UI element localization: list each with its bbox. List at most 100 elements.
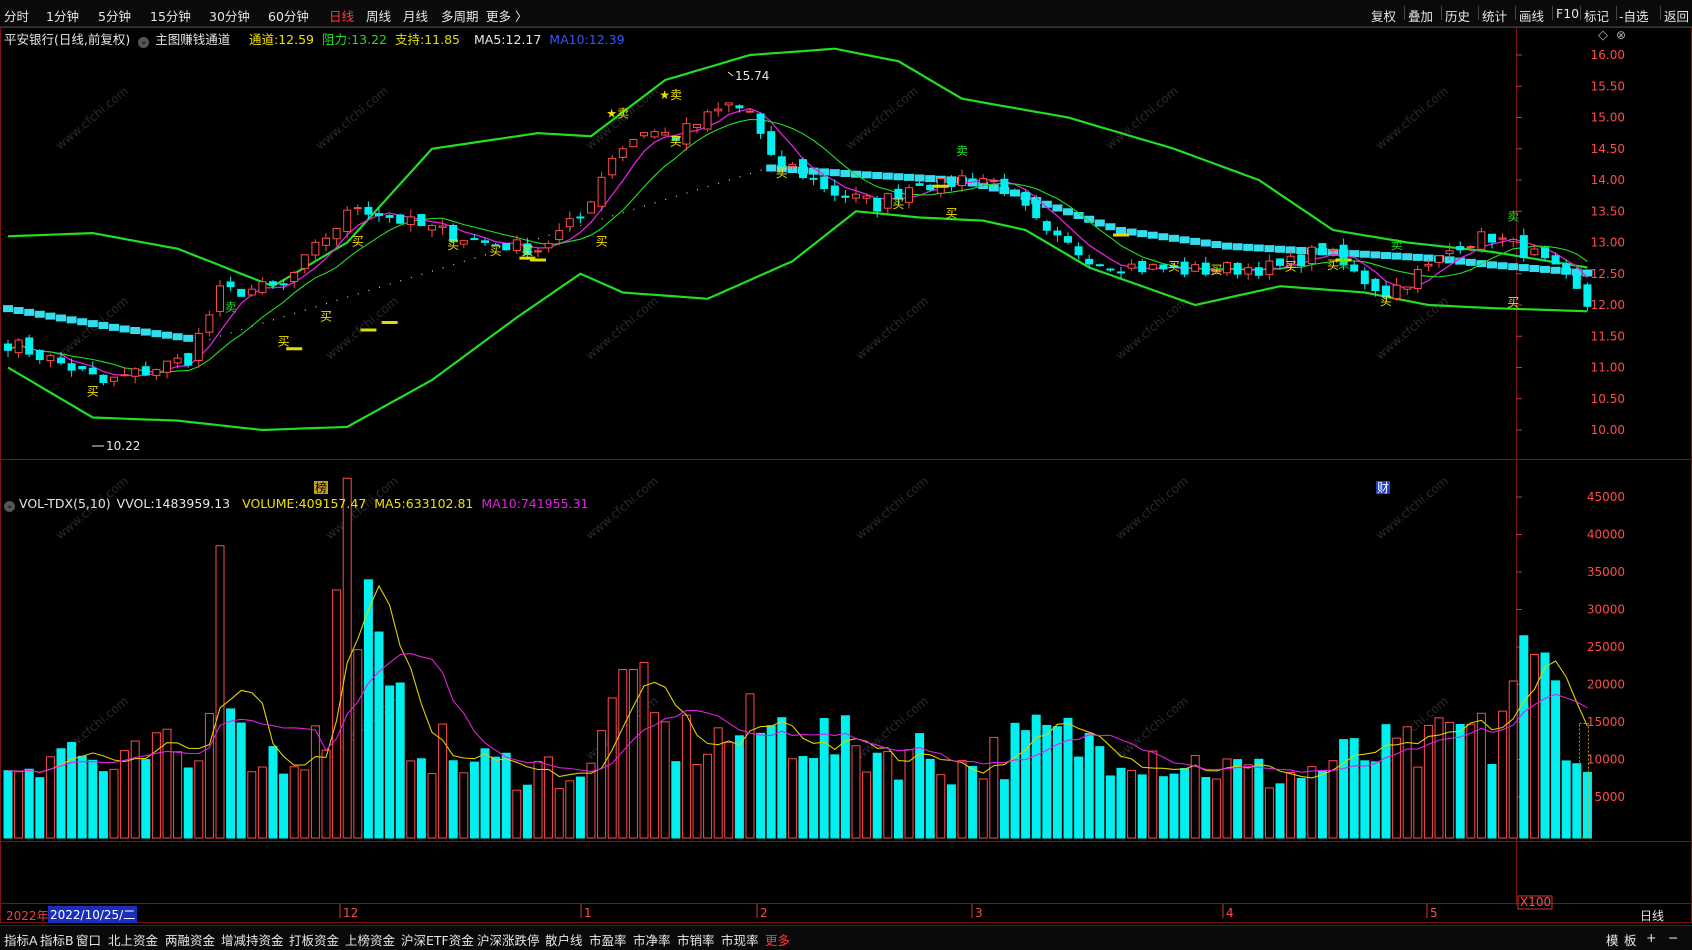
volume-bar	[787, 758, 797, 839]
volume-bar	[194, 760, 204, 839]
tab-retail-line[interactable]: 散户线	[545, 930, 583, 949]
volume-toggle-icon[interactable]: ⌄	[4, 501, 15, 512]
candle-body	[120, 374, 129, 377]
volume-bar	[109, 768, 119, 839]
button-mark[interactable]: 标记	[1584, 6, 1609, 25]
tab-period-fenshi[interactable]: 分时	[4, 6, 29, 25]
zoom-in-button[interactable]: +	[1646, 930, 1656, 945]
tab-ps[interactable]: 市销率	[677, 930, 715, 949]
candle-body	[862, 195, 871, 199]
buy-signal-label: 买	[596, 235, 608, 249]
candle-body	[141, 366, 150, 376]
volume-bar	[1031, 714, 1041, 839]
tab-shareholding[interactable]: 增减持资金	[221, 930, 284, 949]
support-label: 支持:	[395, 32, 425, 47]
button-ban[interactable]: 板	[1624, 930, 1637, 949]
button-mo[interactable]: 模	[1606, 930, 1619, 949]
tab-period-1min[interactable]: 1分钟	[46, 6, 79, 25]
volume-bar	[35, 777, 45, 839]
candle-body	[883, 193, 892, 209]
tab-period-60min[interactable]: 60分钟	[268, 6, 309, 25]
tab-pb[interactable]: 市净率	[633, 930, 671, 949]
volume-bar	[1264, 787, 1274, 839]
candle-body	[735, 105, 744, 109]
button-fuquan[interactable]: 复权	[1371, 6, 1396, 25]
button-back[interactable]: 返回	[1664, 6, 1689, 25]
stock-title[interactable]: 平安银行(日线,前复权)	[4, 32, 130, 47]
volume-bar	[1360, 760, 1370, 839]
tab-window[interactable]: 窗口	[76, 930, 101, 949]
tab-period-15min[interactable]: 15分钟	[150, 6, 191, 25]
main-indicator-name[interactable]: 主图赚钱通道	[155, 32, 230, 47]
volume-unit-label: X100	[1520, 895, 1551, 909]
volume-bar	[936, 774, 946, 839]
volume-bar	[469, 761, 479, 839]
tab-more[interactable]: 更多	[765, 930, 790, 949]
period-indicator: 日线	[1640, 909, 1665, 923]
tab-limit-updown[interactable]: 沪深涨跌停	[477, 930, 540, 949]
channel-step	[1359, 250, 1370, 258]
button-draw-line[interactable]: 画线	[1519, 6, 1544, 25]
tab-period-multi[interactable]: 多周期	[441, 6, 479, 25]
button-remove-watchlist[interactable]: -自选	[1619, 6, 1649, 25]
candle-body	[35, 350, 44, 361]
candle-body	[1064, 236, 1072, 243]
vvol-label: VVOL:	[116, 496, 155, 511]
month-label: 5	[1430, 906, 1438, 920]
toolbar-divider	[1515, 6, 1516, 20]
volume-bar	[501, 752, 511, 839]
diamond-icon[interactable]: ◇	[1598, 28, 1608, 43]
tab-period-weekly[interactable]: 周线	[366, 6, 391, 25]
channel-step	[172, 333, 183, 341]
candle-body	[173, 357, 182, 364]
tab-northbound[interactable]: 北上资金	[108, 930, 158, 949]
tab-period-30min[interactable]: 30分钟	[209, 6, 250, 25]
channel-step	[1412, 253, 1423, 261]
candle-body	[682, 123, 691, 145]
channel-step	[24, 308, 35, 316]
tab-etf[interactable]: 沪深ETF资金	[401, 930, 474, 949]
channel-step	[1264, 245, 1275, 253]
buy-signal-label: 买	[1380, 294, 1392, 308]
button-history[interactable]: 历史	[1445, 6, 1470, 25]
tab-pcf[interactable]: 市现率	[721, 930, 759, 949]
candle-body	[1276, 258, 1284, 266]
button-stats[interactable]: 统计	[1482, 6, 1507, 25]
volume-bar	[1519, 635, 1529, 839]
tab-period-monthly[interactable]: 月线	[403, 6, 428, 25]
candle-body	[1498, 237, 1507, 240]
candle-body	[788, 163, 797, 167]
tab-margin[interactable]: 两融资金	[165, 930, 215, 949]
volume-bar	[1074, 756, 1084, 839]
channel-step	[1349, 250, 1360, 258]
volume-bar	[724, 741, 734, 839]
tab-pe[interactable]: 市盈率	[589, 930, 627, 949]
button-overlay[interactable]: 叠加	[1408, 6, 1433, 25]
channel-step	[1052, 204, 1063, 212]
button-f10[interactable]: F10	[1556, 6, 1579, 21]
volume-bar	[1158, 776, 1168, 839]
tab-indicator-b[interactable]: 指标B	[40, 930, 74, 949]
candle-body	[555, 230, 564, 240]
tab-indicator-a[interactable]: 指标A	[4, 930, 38, 949]
support-marker	[360, 328, 377, 332]
tab-limit-board[interactable]: 打板资金	[289, 930, 339, 949]
volume-bar	[183, 767, 193, 839]
volume-bar	[586, 762, 596, 839]
volume-bar	[1349, 738, 1359, 839]
candle-body	[470, 238, 479, 241]
zoom-out-button[interactable]: −	[1668, 930, 1678, 945]
tab-period-5min[interactable]: 5分钟	[98, 6, 131, 25]
indicator-toggle-icon[interactable]: ⌄	[138, 37, 150, 48]
tab-period-daily[interactable]: 日线	[329, 6, 354, 25]
buy-signal-label: 买	[1285, 260, 1297, 274]
channel-step	[1222, 242, 1232, 250]
volume-indicator-name[interactable]: VOL-TDX(5,10)	[19, 496, 111, 511]
tab-top-list[interactable]: 上榜资金	[345, 930, 395, 949]
close-icon[interactable]: ⊗	[1616, 28, 1626, 42]
volume-bar	[1190, 755, 1200, 839]
buy-signal-label: 买	[87, 385, 99, 399]
tab-period-more[interactable]: 更多 〉	[486, 6, 527, 25]
kline-chart[interactable]: www.cfchi.com www.cfchi.com www.cfchi.com w…	[0, 27, 1692, 924]
volume-bar	[1413, 766, 1423, 839]
